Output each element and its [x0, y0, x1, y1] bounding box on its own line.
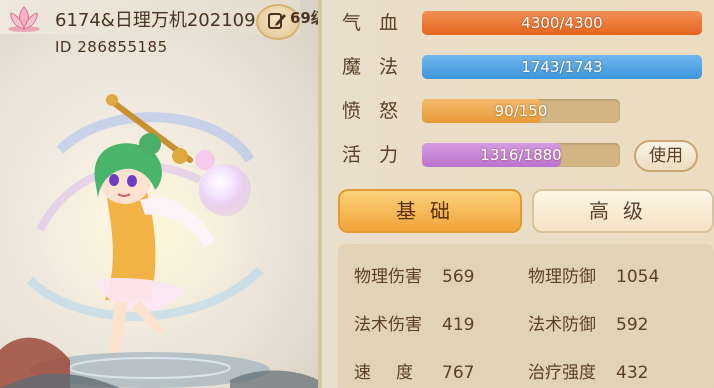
anger-label: 愤怒 [342, 100, 417, 122]
attribute-name: 法术防御 [528, 315, 596, 335]
level-label: 69级 [290, 9, 318, 27]
tab-basic[interactable]: 基础 [338, 189, 522, 233]
vigor-label: 活力 [342, 144, 417, 166]
attribute-value: 569 [442, 267, 475, 287]
use-vigor-button[interactable]: 使用 [634, 140, 698, 172]
vigor-row: 活力 1316/1880 使用 [322, 140, 714, 172]
attribute-name: 物理伤害 [354, 267, 422, 287]
stats-panel-right: 气血 4300/4300 魔法 1743/1743 愤怒 90/150 活力 1… [322, 0, 714, 388]
attribute-item: 法术伤害 419 [354, 310, 474, 340]
mp-bar: 1743/1743 [422, 55, 702, 79]
anger-bar: 90/150 [422, 99, 620, 123]
character-portrait [0, 94, 318, 388]
mp-label: 魔法 [342, 56, 417, 78]
attribute-value: 432 [616, 363, 649, 383]
attribute-name: 治疗强度 [528, 363, 596, 383]
mp-row: 魔法 1743/1743 [322, 52, 714, 82]
player-id: ID 286855185 [55, 38, 168, 56]
tab-advanced[interactable]: 高级 [532, 189, 714, 233]
anger-row: 愤怒 90/150 [322, 96, 714, 126]
vigor-value: 1316/1880 [480, 146, 562, 164]
edit-icon [268, 13, 286, 29]
character-panel: 6174&日理万机2021090 69级 ID 286855185 [0, 0, 318, 388]
lotus-icon [8, 6, 40, 32]
attribute-item: 物理伤害 569 [354, 262, 474, 292]
hp-bar: 4300/4300 [422, 11, 702, 35]
attribute-value: 592 [616, 315, 649, 335]
attribute-value: 1054 [616, 267, 660, 287]
vigor-bar: 1316/1880 [422, 143, 620, 167]
attribute-item: 法术防御 592 [528, 310, 648, 340]
attribute-name: 法术伤害 [354, 315, 422, 335]
anger-value: 90/150 [494, 102, 548, 120]
attribute-value: 767 [442, 363, 475, 383]
character-info-screen: 6174&日理万机2021090 69级 ID 286855185 [0, 0, 714, 388]
mp-value: 1743/1743 [521, 58, 603, 76]
hp-label: 气血 [342, 12, 417, 34]
hp-value: 4300/4300 [521, 14, 603, 32]
attribute-item: 速度 767 [354, 358, 474, 388]
attribute-item: 治疗强度 432 [528, 358, 648, 388]
attribute-item: 物理防御 1054 [528, 262, 659, 292]
attribute-name: 物理防御 [528, 267, 596, 287]
player-name: 6174&日理万机2021090 [55, 10, 261, 31]
hp-row: 气血 4300/4300 [322, 8, 714, 38]
attribute-list: 物理伤害 569 物理防御 1054 法术伤害 419 法术防御 592 速度 767 治… [338, 244, 714, 388]
attribute-value: 419 [442, 315, 475, 335]
attribute-name: 速度 [354, 363, 438, 383]
